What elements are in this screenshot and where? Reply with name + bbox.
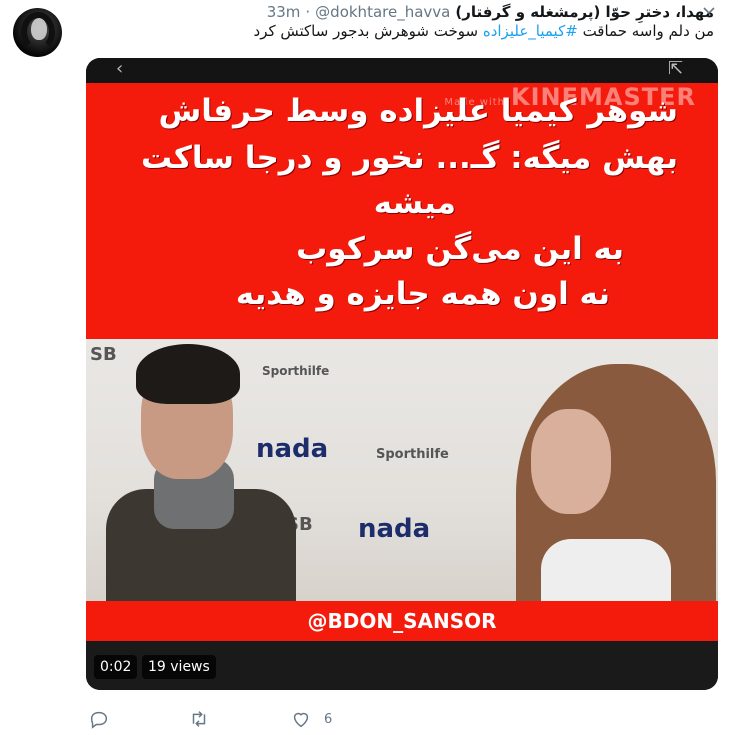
banner-line: بهش میگه: گـ... نخور و درجا ساکت [141,140,678,176]
video-frame: Sporthilfe nada Sporthilfe nada SB SB [86,339,718,601]
video-share-icon: ⇱ [668,58,684,79]
sponsor-logo: Sporthilfe [376,447,449,462]
like-icon [293,712,309,728]
banner-line: شوهر کیمیا علیزاده وسط حرفاش [158,93,678,129]
person-woman-body [541,539,671,601]
caption-banner: Made with KINEMASTER شوهر کیمیا علیزاده و… [86,83,718,339]
like-count: 6 [324,711,333,727]
display-name[interactable]: مهدا، دخترِ حوّا (پرمشغله و گرفتار) [455,3,714,21]
hashtag-link[interactable]: #کیمیا_علیزاده [483,22,578,40]
video-duration: 0:02 [94,655,138,679]
avatar-face [31,18,47,40]
reply-icon [90,711,108,729]
video-top-strip: ‹ ⇱ [86,58,718,83]
sponsor-logo: SB [90,344,117,365]
person-woman-face [531,409,611,514]
credit-handle: @BDON_SANSOR [307,609,497,633]
banner-line: به این می‌گن سرکوب [296,231,624,267]
tweet-text-end: سوخت شوهرش بدجور ساکتش کرد [253,22,479,40]
banner-line: نه اون همه جایزه و هدیه [235,276,610,312]
tweet-text-start: من دلم واسه حماقت [582,22,714,40]
avatar[interactable] [13,8,62,57]
tweet-text: من دلم واسه حماقت #کیمیا_علیزاده سوخت شو… [254,22,714,40]
video-back-icon: ‹ [116,58,124,79]
retweet-button[interactable] [188,708,290,730]
banner-line: میشه [373,185,456,221]
sponsor-logo: Sporthilfe [262,364,330,378]
user-handle[interactable]: @dokhtare_havva [315,3,450,21]
caret-down-icon[interactable] [700,4,718,18]
sponsor-logo: nada [256,434,329,464]
timestamp[interactable]: 33m [267,3,301,21]
person-man-hair [136,344,240,404]
like-button[interactable]: 6 [290,708,332,730]
video-player[interactable]: ‹ ⇱ Made with KINEMASTER شوهر کیمیا علیزا… [86,58,718,690]
credit-bar: @BDON_SANSOR [86,601,718,641]
sponsor-logo: nada [358,514,431,544]
retweet-icon [192,711,206,727]
reply-button[interactable] [88,708,188,730]
separator-dot: · [305,3,311,21]
video-views: 19 views [142,655,216,679]
tweet-header: 33m · @dokhtare_havva مهدا، دخترِ حوّا (… [267,2,714,22]
tweet-actions: 6 [88,708,332,730]
